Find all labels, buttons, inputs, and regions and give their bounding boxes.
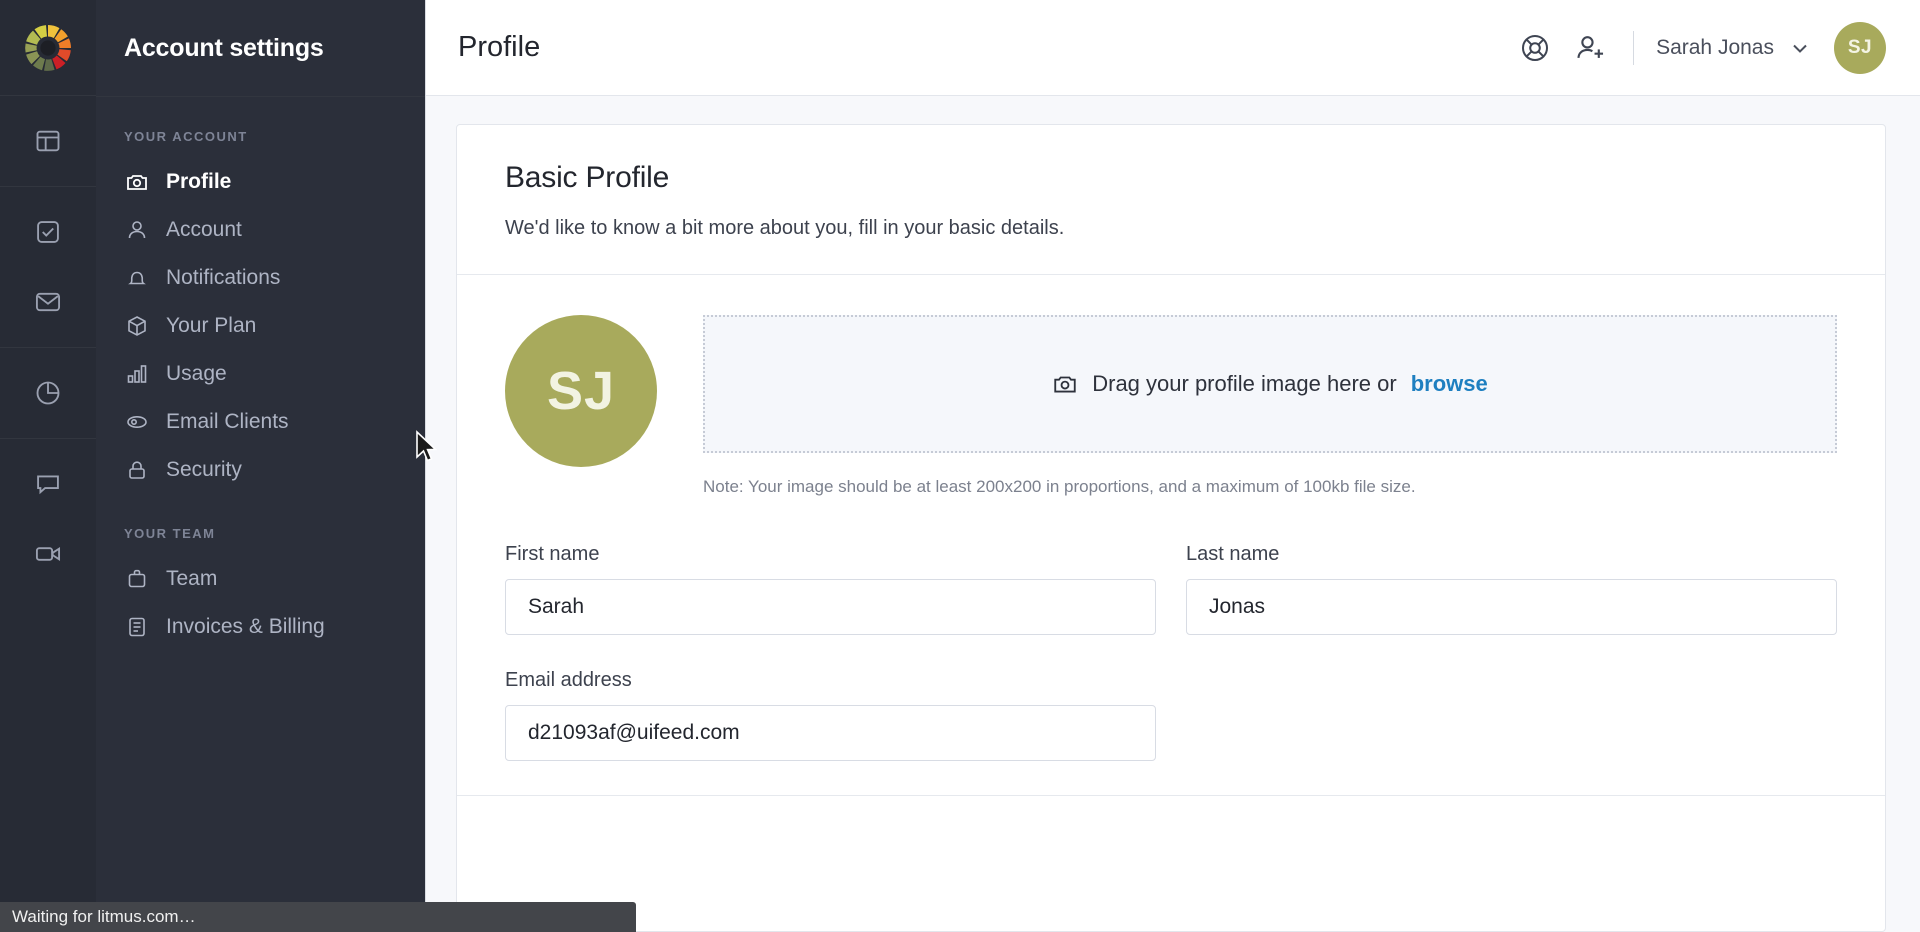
sidebar-item-label: Email Clients	[166, 410, 289, 433]
video-camera-icon	[35, 547, 61, 561]
document-list-icon	[124, 614, 150, 640]
bell-icon	[124, 265, 150, 291]
nav-section-your-account: YOUR ACCOUNT Profile Account Notificatio…	[96, 97, 425, 494]
color-wheel-logo-icon	[25, 24, 71, 71]
card-subtitle: We'd like to know a bit more about you, …	[505, 217, 1065, 239]
upload-column: Drag your profile image here or browse N…	[703, 315, 1837, 497]
page-title: Profile	[458, 31, 541, 63]
help-button[interactable]	[1507, 20, 1563, 76]
nav-section-your-team: YOUR TEAM Team Invoices & Billing	[96, 494, 425, 651]
sidebar-item-label: Your Plan	[166, 314, 257, 337]
dropzone-text: Drag your profile image here or	[1092, 371, 1397, 396]
sidebar-item-security[interactable]: Security	[96, 446, 425, 494]
sidebar-title: Account settings	[124, 33, 324, 62]
envelope-icon	[35, 292, 61, 312]
rail-item-messages[interactable]	[25, 461, 71, 507]
sidebar: Account settings YOUR ACCOUNT Profile Ac…	[96, 0, 426, 932]
last-name-label: Last name	[1186, 543, 1280, 565]
sidebar-item-label: Usage	[166, 362, 227, 385]
dropzone-note: Note: Your image should be at least 200x…	[703, 477, 1416, 496]
sidebar-item-label: Account	[166, 218, 242, 241]
form-section-divider	[457, 795, 1885, 796]
rail-group-2	[0, 187, 96, 348]
rail-item-email[interactable]	[25, 279, 71, 325]
sidebar-item-label: Invoices & Billing	[166, 615, 325, 638]
eye-icon	[124, 409, 150, 435]
add-user-icon	[1577, 35, 1604, 58]
layout-icon	[36, 130, 60, 152]
sidebar-item-your-plan[interactable]: Your Plan	[96, 302, 425, 350]
user-icon	[124, 217, 150, 243]
lock-icon	[124, 457, 150, 483]
rail-group-4	[0, 439, 96, 599]
speech-bubble-icon	[37, 475, 59, 495]
bar-chart-icon	[124, 361, 150, 387]
sidebar-item-team[interactable]: Team	[96, 555, 425, 603]
sidebar-item-label: Profile	[166, 170, 232, 193]
topbar-divider	[1633, 30, 1635, 65]
app-window: Account settings YOUR ACCOUNT Profile Ac…	[0, 0, 1920, 932]
email-field-group: Email address	[505, 669, 1156, 761]
card-title: Basic Profile	[505, 161, 670, 194]
topbar: Profile Sarah Jonas SJ	[426, 0, 1920, 96]
image-dropzone[interactable]: Drag your profile image here or browse	[703, 315, 1837, 453]
avatar[interactable]: SJ	[1834, 21, 1886, 74]
last-name-input[interactable]	[1186, 579, 1837, 635]
rail-group-1	[0, 96, 96, 187]
user-name: Sarah Jonas	[1656, 35, 1774, 59]
lifebuoy-icon	[1522, 34, 1549, 61]
app-logo[interactable]	[0, 0, 96, 96]
chevron-down-icon	[1793, 44, 1807, 53]
sidebar-item-label: Security	[166, 458, 242, 481]
sidebar-item-notifications[interactable]: Notifications	[96, 254, 425, 302]
sidebar-item-label: Notifications	[166, 266, 281, 289]
sidebar-item-profile[interactable]: Profile	[96, 158, 425, 206]
card-header: Basic Profile We'd like to know a bit mo…	[457, 125, 1885, 275]
rail-item-video[interactable]	[25, 531, 71, 577]
content-area: Basic Profile We'd like to know a bit mo…	[426, 96, 1920, 932]
form-spacer	[1186, 669, 1837, 795]
rail-group-3	[0, 348, 96, 439]
camera-icon	[124, 169, 150, 195]
browser-status-bar: Waiting for litmus.com…	[0, 902, 636, 932]
nav-heading-your-team: YOUR TEAM	[124, 526, 216, 541]
nav-heading-your-account: YOUR ACCOUNT	[124, 129, 248, 144]
briefcase-icon	[124, 566, 150, 592]
profile-form: First name Last name Email address	[505, 543, 1837, 795]
sidebar-item-email-clients[interactable]: Email Clients	[96, 398, 425, 446]
sidebar-item-label: Team	[166, 567, 218, 590]
camera-icon	[1054, 376, 1076, 393]
profile-image-row: SJ Drag your profile image here or brows…	[505, 315, 1837, 497]
first-name-label: First name	[505, 543, 600, 565]
topbar-actions: Sarah Jonas SJ	[1507, 20, 1886, 76]
main-area: Profile Sarah Jonas SJ Basic Profile We'…	[426, 0, 1920, 932]
box-icon	[124, 313, 150, 339]
add-user-button[interactable]	[1563, 20, 1619, 76]
sidebar-item-account[interactable]: Account	[96, 206, 425, 254]
profile-avatar-large: SJ	[505, 315, 657, 467]
last-name-field-group: Last name	[1186, 543, 1837, 635]
email-label: Email address	[505, 669, 632, 691]
basic-profile-card: Basic Profile We'd like to know a bit mo…	[456, 124, 1886, 932]
pie-chart-icon	[36, 381, 60, 405]
card-body: SJ Drag your profile image here or brows…	[457, 275, 1885, 796]
rail-item-dashboard[interactable]	[25, 118, 71, 164]
email-field[interactable]	[505, 705, 1156, 761]
icon-rail	[0, 0, 96, 932]
browse-link[interactable]: browse	[1411, 371, 1488, 397]
first-name-field-group: First name	[505, 543, 1156, 635]
rail-item-checklist[interactable]	[25, 209, 71, 255]
sidebar-item-invoices-billing[interactable]: Invoices & Billing	[96, 603, 425, 651]
rail-item-analytics[interactable]	[25, 370, 71, 416]
checkbox-icon	[37, 221, 59, 243]
user-menu-button[interactable]	[1788, 36, 1812, 60]
sidebar-item-usage[interactable]: Usage	[96, 350, 425, 398]
first-name-input[interactable]	[505, 579, 1156, 635]
